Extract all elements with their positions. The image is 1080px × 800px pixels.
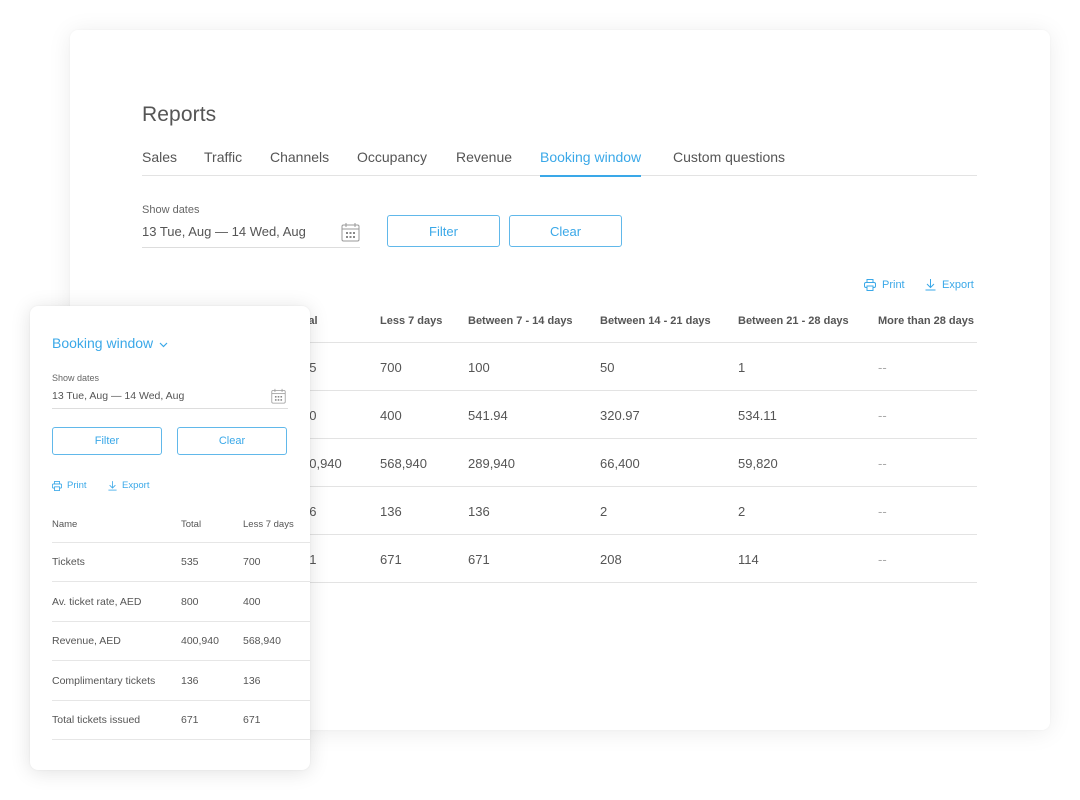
chevron-down-icon — [159, 335, 168, 351]
header-divider — [52, 542, 310, 543]
row-divider — [52, 621, 310, 622]
filter-button[interactable]: Filter — [387, 215, 500, 247]
column-header-total: Total — [181, 519, 202, 530]
cell: 534.11 — [738, 408, 777, 423]
tab-booking-window[interactable]: Booking window — [540, 149, 642, 177]
export-button[interactable]: Export — [108, 480, 149, 491]
cell: 50 — [600, 360, 615, 375]
cell: 700 — [380, 360, 402, 375]
cell: 136 — [380, 504, 402, 519]
cell-total: 800 — [181, 596, 199, 608]
row-divider — [52, 581, 310, 582]
cell: 136 — [468, 504, 490, 519]
mobile-reports-panel: Booking window Show dates 13 Tue, Aug — … — [30, 306, 310, 770]
row-name: Revenue, AED — [52, 635, 121, 647]
print-button[interactable]: Print — [52, 480, 87, 491]
cell: 208 — [600, 552, 622, 567]
printer-icon — [52, 480, 62, 491]
filter-button[interactable]: Filter — [52, 427, 162, 455]
clear-button[interactable]: Clear — [177, 427, 287, 455]
column-header-7-14-days: Between 7 - 14 days — [468, 315, 573, 327]
column-header-less-7-days: Less 7 days — [380, 315, 443, 327]
export-label: Export — [122, 480, 150, 491]
report-selector-dropdown[interactable]: Booking window — [52, 335, 168, 351]
column-header-more-28-days: More than 28 days — [878, 315, 974, 327]
calendar-icon[interactable] — [341, 222, 360, 242]
cell-less-7-days: 671 — [243, 714, 261, 726]
tab-traffic[interactable]: Traffic — [204, 149, 242, 165]
cell: 1 — [738, 360, 746, 375]
row-divider — [52, 700, 310, 701]
cell-total: 136 — [181, 675, 199, 687]
printer-icon — [864, 279, 876, 291]
calendar-icon[interactable] — [271, 388, 286, 404]
cell: 400 — [380, 408, 402, 423]
page-title: Reports — [142, 103, 217, 126]
row-name: Complimentary tickets — [52, 675, 156, 687]
cell: 114 — [738, 552, 759, 567]
row-name: Av. ticket rate, AED — [52, 596, 142, 608]
cell-total: 671 — [181, 714, 199, 726]
cell: 59,820 — [738, 456, 778, 471]
cell-less-7-days: 400 — [243, 596, 261, 608]
print-button[interactable]: Print — [864, 279, 905, 291]
cell-less-7-days: 700 — [243, 556, 261, 568]
column-header-name: Name — [52, 519, 78, 530]
cell: -- — [878, 456, 887, 471]
print-label: Print — [882, 279, 905, 291]
column-header-less-7-days: Less 7 days — [243, 519, 294, 530]
date-range-field[interactable]: 13 Tue, Aug — 14 Wed, Aug — [142, 222, 360, 248]
export-button[interactable]: Export — [925, 279, 974, 291]
cell: 568,940 — [380, 456, 427, 471]
cell: -- — [878, 360, 887, 375]
download-icon — [925, 279, 936, 291]
row-divider — [52, 739, 310, 740]
cell: -- — [878, 504, 887, 519]
date-range-value: 13 Tue, Aug — 14 Wed, Aug — [142, 224, 306, 239]
cell: 671 — [468, 552, 490, 567]
cell: 320.97 — [600, 408, 640, 423]
print-label: Print — [67, 480, 87, 491]
tab-channels[interactable]: Channels — [270, 149, 329, 165]
cell: -- — [878, 408, 887, 423]
cell: 100 — [468, 360, 490, 375]
report-selector-label: Booking window — [52, 335, 154, 351]
cell: 66,400 — [600, 456, 640, 471]
cell: 671 — [380, 552, 402, 567]
tab-custom-questions[interactable]: Custom questions — [673, 149, 785, 165]
clear-button[interactable]: Clear — [509, 215, 622, 247]
cell: 2 — [738, 504, 746, 519]
cell: 541.94 — [468, 408, 508, 423]
tab-occupancy[interactable]: Occupancy — [357, 149, 427, 165]
cell-total: 535 — [181, 556, 199, 568]
cell: -- — [878, 552, 887, 567]
date-range-value: 13 Tue, Aug — 14 Wed, Aug — [52, 390, 185, 402]
download-icon — [108, 480, 117, 491]
tab-revenue[interactable]: Revenue — [456, 149, 512, 165]
show-dates-label: Show dates — [52, 373, 100, 383]
show-dates-label: Show dates — [142, 204, 200, 216]
cell: 2 — [600, 504, 608, 519]
row-divider — [52, 660, 310, 661]
export-label: Export — [942, 279, 974, 291]
date-range-field[interactable]: 13 Tue, Aug — 14 Wed, Aug — [52, 388, 288, 409]
cell-less-7-days: 568,940 — [243, 635, 281, 647]
cell-less-7-days: 136 — [243, 675, 261, 687]
row-name: Tickets — [52, 556, 85, 568]
row-name: Total tickets issued — [52, 714, 141, 726]
column-header-14-21-days: Between 14 - 21 days — [600, 315, 711, 327]
report-tabs: Sales Traffic Channels Occupancy Revenue… — [142, 144, 977, 177]
cell: 289,940 — [468, 456, 515, 471]
column-header-21-28-days: Between 21 - 28 days — [738, 315, 849, 327]
cell-total: 400,940 — [181, 635, 219, 647]
tab-sales[interactable]: Sales — [142, 149, 177, 165]
